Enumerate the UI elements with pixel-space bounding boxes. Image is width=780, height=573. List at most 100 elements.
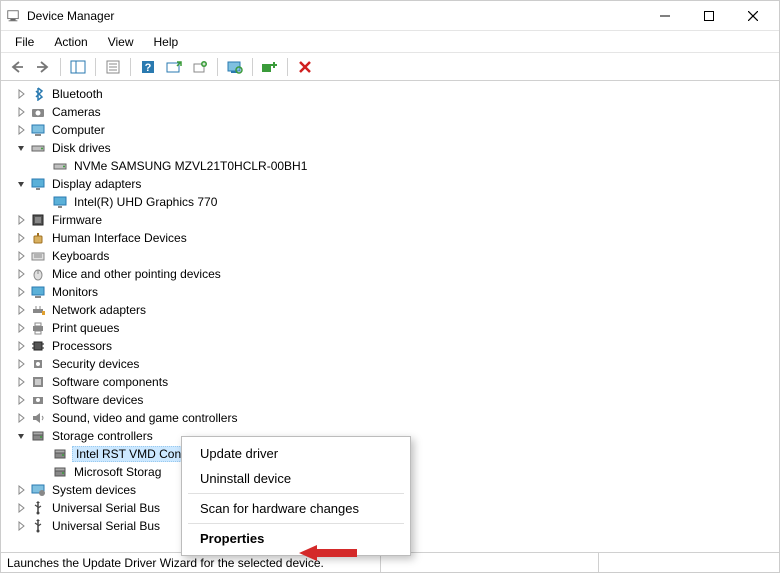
uninstall-toolbar-button[interactable]: [188, 56, 212, 78]
toolbar-sep: [95, 58, 96, 76]
update-driver-toolbar-button[interactable]: [162, 56, 186, 78]
context-menu: Update driver Uninstall device Scan for …: [181, 436, 411, 556]
status-cell: [599, 553, 779, 572]
toolbar-sep: [217, 58, 218, 76]
tree-node-label: Human Interface Devices: [50, 231, 189, 245]
minimize-button[interactable]: [643, 1, 687, 31]
security-icon: [30, 356, 46, 372]
ctx-sep: [188, 493, 404, 494]
help-button[interactable]: ?: [136, 56, 160, 78]
hid-icon: [30, 230, 46, 246]
tree-node-label: Monitors: [50, 285, 100, 299]
tree-node[interactable]: Network adapters: [15, 301, 769, 319]
chevron-right-icon[interactable]: [15, 358, 27, 370]
tree-node-label: Storage controllers: [50, 429, 155, 443]
tree-node-label: System devices: [50, 483, 138, 497]
chevron-right-icon[interactable]: [15, 124, 27, 136]
chevron-right-icon[interactable]: [15, 250, 27, 262]
display-icon: [30, 176, 46, 192]
tree-node[interactable]: Sound, video and game controllers: [15, 409, 769, 427]
menu-file[interactable]: File: [7, 33, 42, 51]
tree-node[interactable]: Print queues: [15, 319, 769, 337]
chevron-right-icon[interactable]: [15, 88, 27, 100]
tree-node-label: NVMe SAMSUNG MZVL21T0HCLR-00BH1: [72, 159, 309, 173]
storage-icon: [52, 446, 68, 462]
tree-node[interactable]: Computer: [15, 121, 769, 139]
tree-node-label: Disk drives: [50, 141, 113, 155]
chevron-right-icon[interactable]: [15, 286, 27, 298]
tree-node-label: Cameras: [50, 105, 103, 119]
add-legacy-button[interactable]: [258, 56, 282, 78]
chevron-down-icon[interactable]: [15, 178, 27, 190]
forward-button[interactable]: [31, 56, 55, 78]
menu-help[interactable]: Help: [146, 33, 187, 51]
properties-button[interactable]: [101, 56, 125, 78]
chevron-down-icon[interactable]: [15, 142, 27, 154]
back-button[interactable]: [5, 56, 29, 78]
tree-node-label: Universal Serial Bus: [50, 501, 162, 515]
chevron-right-icon[interactable]: [15, 520, 27, 532]
ctx-update-driver[interactable]: Update driver: [182, 441, 410, 466]
tree-node[interactable]: NVMe SAMSUNG MZVL21T0HCLR-00BH1: [15, 157, 769, 175]
tree-node[interactable]: Intel(R) UHD Graphics 770: [15, 193, 769, 211]
sound-icon: [30, 410, 46, 426]
chevron-right-icon[interactable]: [15, 232, 27, 244]
tree-node[interactable]: Human Interface Devices: [15, 229, 769, 247]
tree-node[interactable]: Software devices: [15, 391, 769, 409]
ctx-properties[interactable]: Properties: [182, 526, 410, 551]
chevron-right-icon[interactable]: [15, 484, 27, 496]
chevron-right-icon[interactable]: [15, 106, 27, 118]
menu-action[interactable]: Action: [46, 33, 95, 51]
tree-node[interactable]: Display adapters: [15, 175, 769, 193]
tree-node-label: Sound, video and game controllers: [50, 411, 239, 425]
chevron-right-icon[interactable]: [15, 214, 27, 226]
tree-node[interactable]: Security devices: [15, 355, 769, 373]
tree-node[interactable]: Monitors: [15, 283, 769, 301]
toolbar-sep: [252, 58, 253, 76]
bluetooth-icon: [30, 86, 46, 102]
usb-icon: [30, 518, 46, 534]
ctx-scan-hardware[interactable]: Scan for hardware changes: [182, 496, 410, 521]
tree-node[interactable]: Firmware: [15, 211, 769, 229]
chevron-right-icon[interactable]: [15, 376, 27, 388]
tree-node-label: Firmware: [50, 213, 104, 227]
tree-node[interactable]: Software components: [15, 373, 769, 391]
camera-icon: [30, 104, 46, 120]
toolbar-sep: [60, 58, 61, 76]
tree-node[interactable]: Processors: [15, 337, 769, 355]
tree-node[interactable]: Mice and other pointing devices: [15, 265, 769, 283]
show-hide-tree-button[interactable]: [66, 56, 90, 78]
monitor-icon: [30, 284, 46, 300]
chevron-right-icon[interactable]: [15, 412, 27, 424]
tree-node-label: Security devices: [50, 357, 141, 371]
chevron-right-icon[interactable]: [15, 322, 27, 334]
disk-icon: [30, 140, 46, 156]
delete-button[interactable]: [293, 56, 317, 78]
maximize-button[interactable]: [687, 1, 731, 31]
toolbar-sep: [130, 58, 131, 76]
tree-node-label: Universal Serial Bus: [50, 519, 162, 533]
toolbar-sep: [287, 58, 288, 76]
usb-icon: [30, 500, 46, 516]
chevron-right-icon[interactable]: [15, 340, 27, 352]
ctx-sep: [188, 523, 404, 524]
scan-hardware-button[interactable]: [223, 56, 247, 78]
status-cell: [381, 553, 599, 572]
tree-node[interactable]: Keyboards: [15, 247, 769, 265]
tree-node-label: Software devices: [50, 393, 145, 407]
chevron-right-icon[interactable]: [15, 268, 27, 280]
chevron-right-icon[interactable]: [15, 304, 27, 316]
close-button[interactable]: [731, 1, 775, 31]
display-icon: [52, 194, 68, 210]
menu-view[interactable]: View: [100, 33, 142, 51]
tree-node-label: Processors: [50, 339, 114, 353]
tree-node[interactable]: Disk drives: [15, 139, 769, 157]
tree-node[interactable]: Bluetooth: [15, 85, 769, 103]
ctx-uninstall-device[interactable]: Uninstall device: [182, 466, 410, 491]
app-icon: [5, 8, 21, 24]
chevron-down-icon[interactable]: [15, 430, 27, 442]
tree-node[interactable]: Cameras: [15, 103, 769, 121]
swdev-icon: [30, 392, 46, 408]
chevron-right-icon[interactable]: [15, 502, 27, 514]
chevron-right-icon[interactable]: [15, 394, 27, 406]
